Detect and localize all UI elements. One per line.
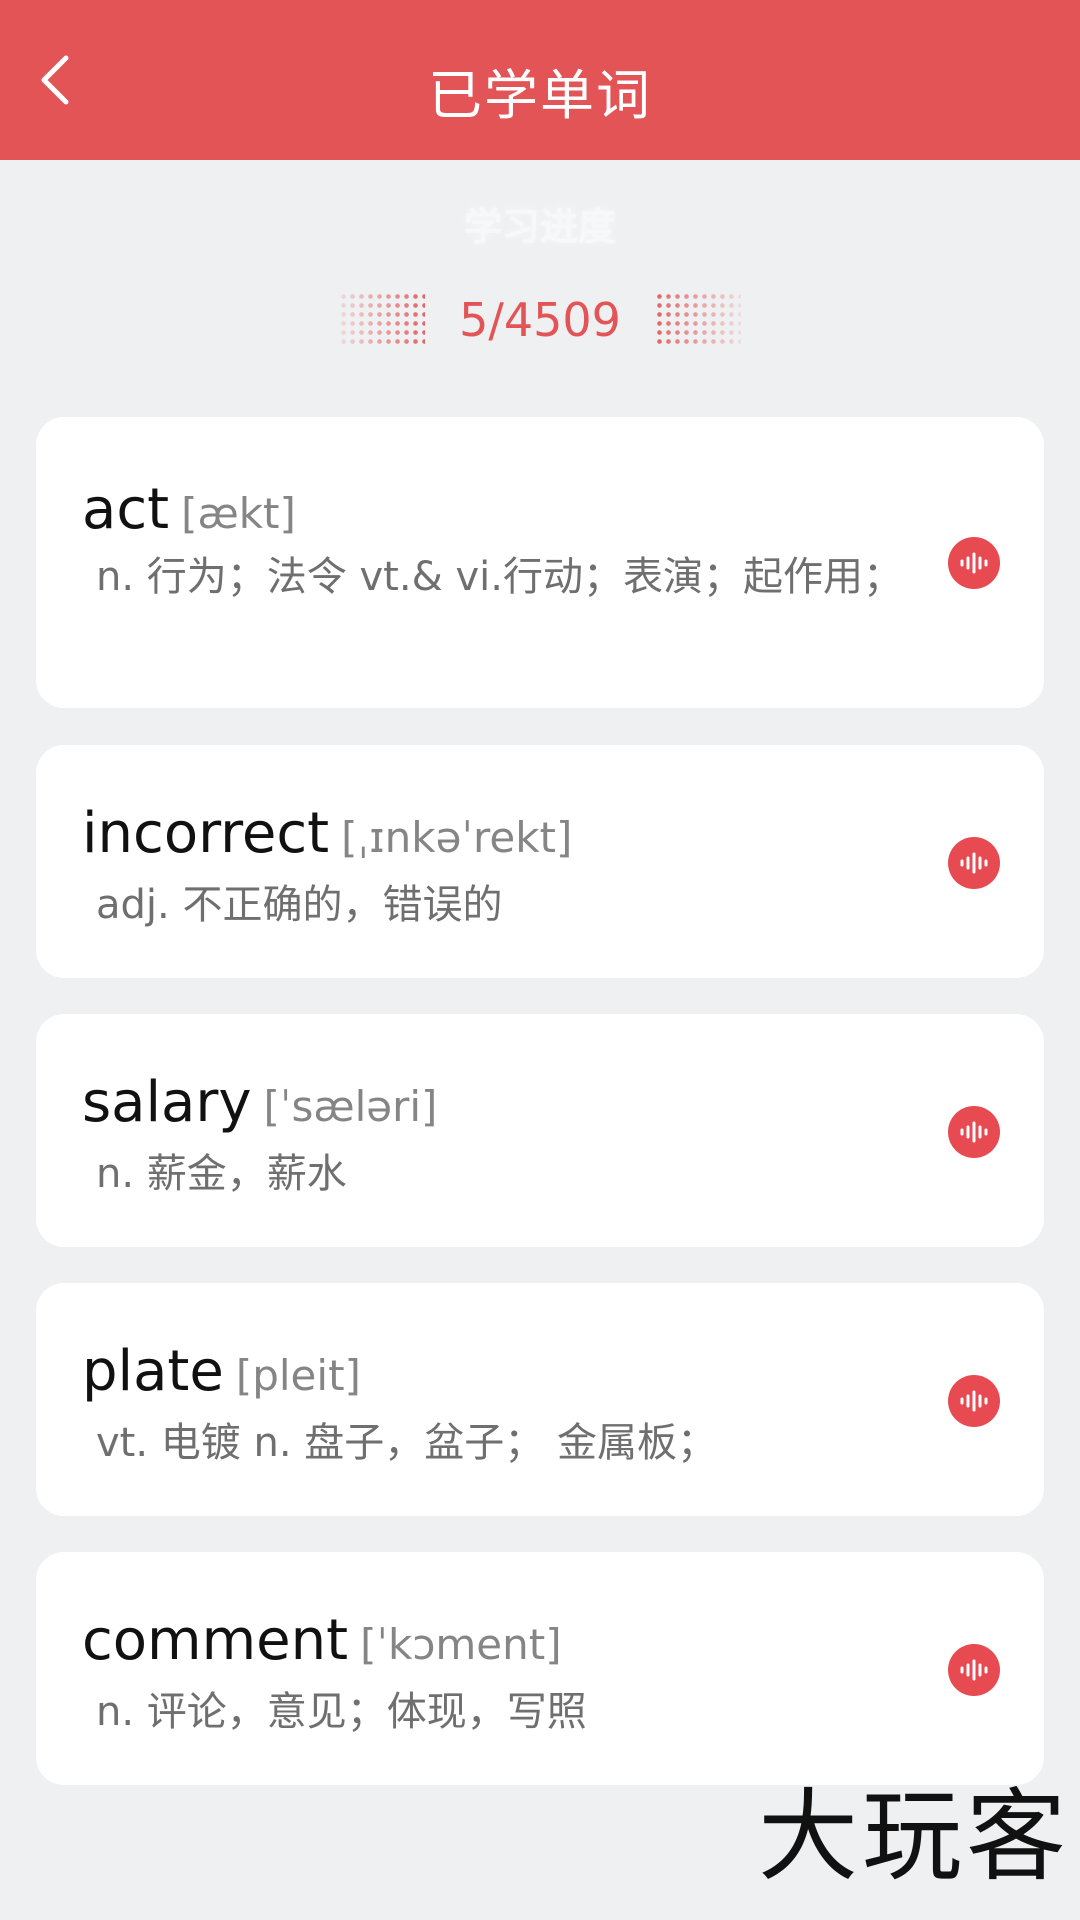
audio-wave-icon [960, 1121, 988, 1143]
audio-wave-icon [960, 1659, 988, 1681]
word-meaning: vt. 电镀 n. 盘子，盆子； 金属板； [96, 1420, 717, 1466]
dot-pattern-right [654, 292, 741, 348]
progress-value: 5/4509 [459, 293, 621, 347]
app-header: 已学单词 [0, 0, 1080, 160]
audio-wave-icon [960, 1390, 988, 1412]
audio-wave-icon [960, 552, 988, 574]
play-audio-button[interactable] [948, 537, 1000, 589]
progress-label: 学习进度 [463, 205, 616, 249]
word-phonetic: [pleit] [235, 1351, 361, 1400]
watermark-logo: 大玩客 [758, 1778, 1070, 1895]
word-phonetic: [ˈkɔment] [360, 1620, 562, 1669]
word-text: comment [82, 1608, 349, 1673]
word-card[interactable]: salary [ˈsæləri] n. 薪金，薪水 [36, 1014, 1044, 1247]
play-audio-button[interactable] [948, 837, 1000, 889]
dot-pattern-left [339, 292, 426, 348]
word-text: salary [82, 1070, 252, 1135]
play-audio-button[interactable] [948, 1644, 1000, 1696]
play-audio-button[interactable] [948, 1375, 1000, 1427]
word-meaning: n. 薪金，薪水 [96, 1151, 347, 1197]
word-phonetic: [ˈsæləri] [263, 1082, 438, 1131]
word-card[interactable]: comment [ˈkɔment] n. 评论，意见；体现，写照 [36, 1552, 1044, 1785]
word-text: act [82, 477, 170, 542]
word-card[interactable]: incorrect [ˌɪnkəˈrekt] adj. 不正确的，错误的 [36, 745, 1044, 978]
word-meaning: n. 行为；法令 vt.& vi.行动；表演；起作用； [96, 554, 903, 600]
word-meaning: n. 评论，意见；体现，写照 [96, 1689, 587, 1735]
word-meaning: adj. 不正确的，错误的 [96, 882, 503, 928]
word-card[interactable]: plate [pleit] vt. 电镀 n. 盘子，盆子； 金属板； [36, 1283, 1044, 1516]
word-card[interactable]: act [ækt] n. 行为；法令 vt.& vi.行动；表演；起作用； [36, 417, 1044, 708]
word-text: incorrect [82, 801, 330, 866]
word-phonetic: [ˌɪnkəˈrekt] [341, 813, 573, 862]
audio-wave-icon [960, 852, 988, 874]
page-title: 已学单词 [428, 63, 652, 127]
play-audio-button[interactable] [948, 1106, 1000, 1158]
progress-counter: 5/4509 [0, 282, 1080, 358]
word-text: plate [82, 1339, 224, 1404]
word-phonetic: [ækt] [181, 489, 296, 538]
